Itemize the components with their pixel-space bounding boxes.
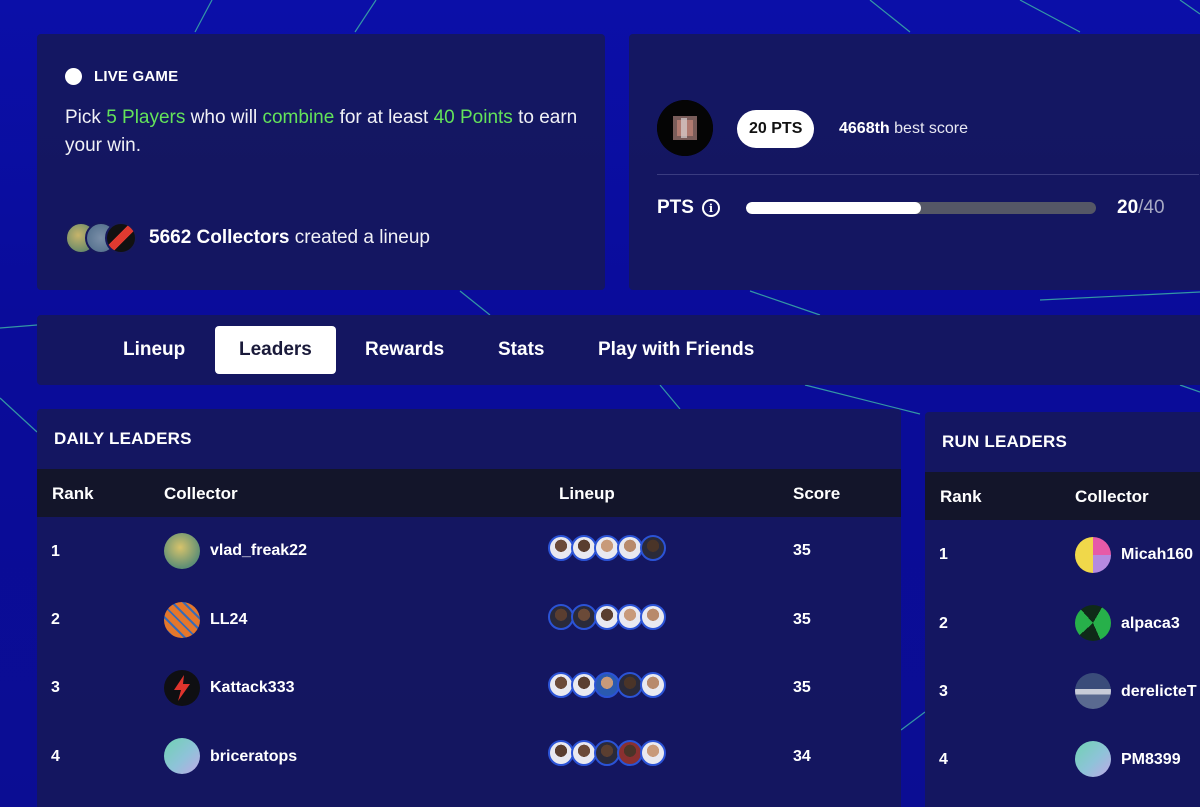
collector-name[interactable]: Micah160	[1121, 546, 1193, 564]
collector-name[interactable]: vlad_freak22	[210, 542, 307, 560]
progress-text: 20/40	[1117, 197, 1165, 219]
run-leaders-title: RUN LEADERS	[942, 432, 1067, 451]
gradient-avatar[interactable]	[164, 738, 200, 774]
header-rank: Rank	[940, 487, 982, 506]
rank-cell: 3	[51, 679, 60, 696]
tab-lineup[interactable]: Lineup	[99, 326, 209, 374]
header-score: Score	[793, 484, 841, 503]
daily-leaders-header: Rank Collector Lineup Score	[37, 469, 901, 517]
points-progress-fill	[746, 202, 921, 214]
run-leaders-panel: RUN LEADERS Rank Collector 1 Micah160 2 …	[925, 412, 1200, 807]
table-row[interactable]: 1 vlad_freak22 35	[37, 517, 901, 585]
lineup-players[interactable]	[548, 535, 666, 561]
table-row[interactable]: 2 alpaca3	[925, 588, 1200, 656]
table-row[interactable]: 4 PM8399	[925, 724, 1200, 792]
collector-name[interactable]: alpaca3	[1121, 615, 1180, 633]
collector-name[interactable]: briceratops	[210, 748, 297, 766]
progress-total: /40	[1138, 197, 1165, 218]
live-indicator-dot	[65, 68, 82, 85]
header-collector: Collector	[164, 484, 238, 503]
player-avatar[interactable]	[640, 740, 666, 766]
live-game-card: LIVE GAME Pick 5 Players who will combin…	[37, 34, 605, 290]
header-rank: Rank	[52, 484, 94, 503]
progress-current: 20	[1117, 197, 1139, 218]
player-avatar[interactable]	[640, 535, 666, 561]
score-card: 20 PTS 4668th best score PTS i 20/40	[629, 34, 1200, 290]
lightning-avatar	[105, 222, 137, 254]
daily-leaders-title: DAILY LEADERS	[54, 429, 192, 448]
collector-name[interactable]: LL24	[210, 611, 247, 629]
points-badge: 20 PTS	[737, 110, 815, 148]
collectors-count: 5662 Collectors	[149, 227, 290, 248]
lineup-players[interactable]	[548, 672, 666, 698]
rank-value: 4668th	[839, 120, 890, 137]
points-highlight: 40 Points	[433, 107, 513, 128]
players-highlight: 5 Players	[106, 107, 186, 128]
score-cell: 35	[793, 542, 811, 559]
gradient-avatar[interactable]	[1075, 741, 1111, 777]
player-avatar[interactable]	[640, 604, 666, 630]
collector-name[interactable]: PM8399	[1121, 751, 1181, 769]
score-cell: 34	[793, 748, 811, 765]
rank-cell: 1	[939, 546, 948, 563]
score-cell: 35	[793, 679, 811, 696]
photo-avatar[interactable]	[1075, 673, 1111, 709]
pts-label-group: PTS i	[657, 197, 720, 219]
tab-play-with-friends[interactable]: Play with Friends	[574, 326, 778, 374]
game-instructions: Pick 5 Players who will combine for at l…	[65, 104, 585, 160]
combine-highlight: combine	[262, 107, 335, 128]
rank-cell: 3	[939, 683, 948, 700]
cartoon-avatar[interactable]	[164, 533, 200, 569]
instructions-text: who will	[185, 107, 263, 128]
rank-cell: 2	[51, 611, 60, 628]
table-row[interactable]: 3 Kattack333 35	[37, 653, 901, 721]
collectors-suffix: created a lineup	[289, 227, 430, 248]
collector-name[interactable]: derelicteT	[1121, 683, 1197, 701]
best-score-rank: 4668th best score	[839, 120, 968, 138]
score-cell: 35	[793, 611, 811, 628]
tab-stats[interactable]: Stats	[474, 326, 568, 374]
header-collector: Collector	[1075, 487, 1149, 506]
collector-name[interactable]: Kattack333	[210, 679, 295, 697]
tab-bar: Lineup Leaders Rewards Stats Play with F…	[37, 315, 1200, 385]
lineup-players[interactable]	[548, 740, 666, 766]
rank-suffix: best score	[889, 120, 968, 137]
collectors-summary: 5662 Collectors created a lineup	[65, 222, 430, 254]
live-game-label: LIVE GAME	[94, 68, 179, 85]
instructions-text: Pick	[65, 107, 107, 128]
lightning-icon	[174, 675, 190, 701]
green-swirl-avatar[interactable]	[1075, 605, 1111, 641]
lineup-badge-image	[657, 100, 713, 156]
pie-avatar[interactable]	[1075, 537, 1111, 573]
collector-avatar-stack	[65, 222, 137, 254]
instructions-text: for at least	[334, 107, 434, 128]
basketball-avatar[interactable]	[164, 602, 200, 638]
lineup-players[interactable]	[548, 604, 666, 630]
divider	[657, 174, 1199, 175]
points-progress-bar	[746, 202, 1096, 214]
rank-cell: 4	[939, 751, 948, 768]
info-icon[interactable]: i	[701, 199, 720, 217]
pts-label: PTS	[657, 197, 694, 218]
table-row[interactable]: 4 briceratops 34	[37, 721, 901, 789]
daily-leaders-panel: DAILY LEADERS Rank Collector Lineup Scor…	[37, 409, 901, 807]
table-row[interactable]: 3 derelicteT	[925, 656, 1200, 724]
player-avatar[interactable]	[640, 672, 666, 698]
header-lineup: Lineup	[559, 484, 615, 503]
table-row[interactable]: 2 LL24 35	[37, 585, 901, 653]
lightning-avatar[interactable]	[164, 670, 200, 706]
rank-cell: 2	[939, 615, 948, 632]
table-row[interactable]: 1 Micah160	[925, 520, 1200, 588]
rank-cell: 1	[51, 543, 60, 560]
tab-leaders[interactable]: Leaders	[215, 326, 336, 374]
run-leaders-header: Rank Collector	[925, 472, 1200, 520]
tab-rewards[interactable]: Rewards	[341, 326, 468, 374]
rank-cell: 4	[51, 748, 60, 765]
